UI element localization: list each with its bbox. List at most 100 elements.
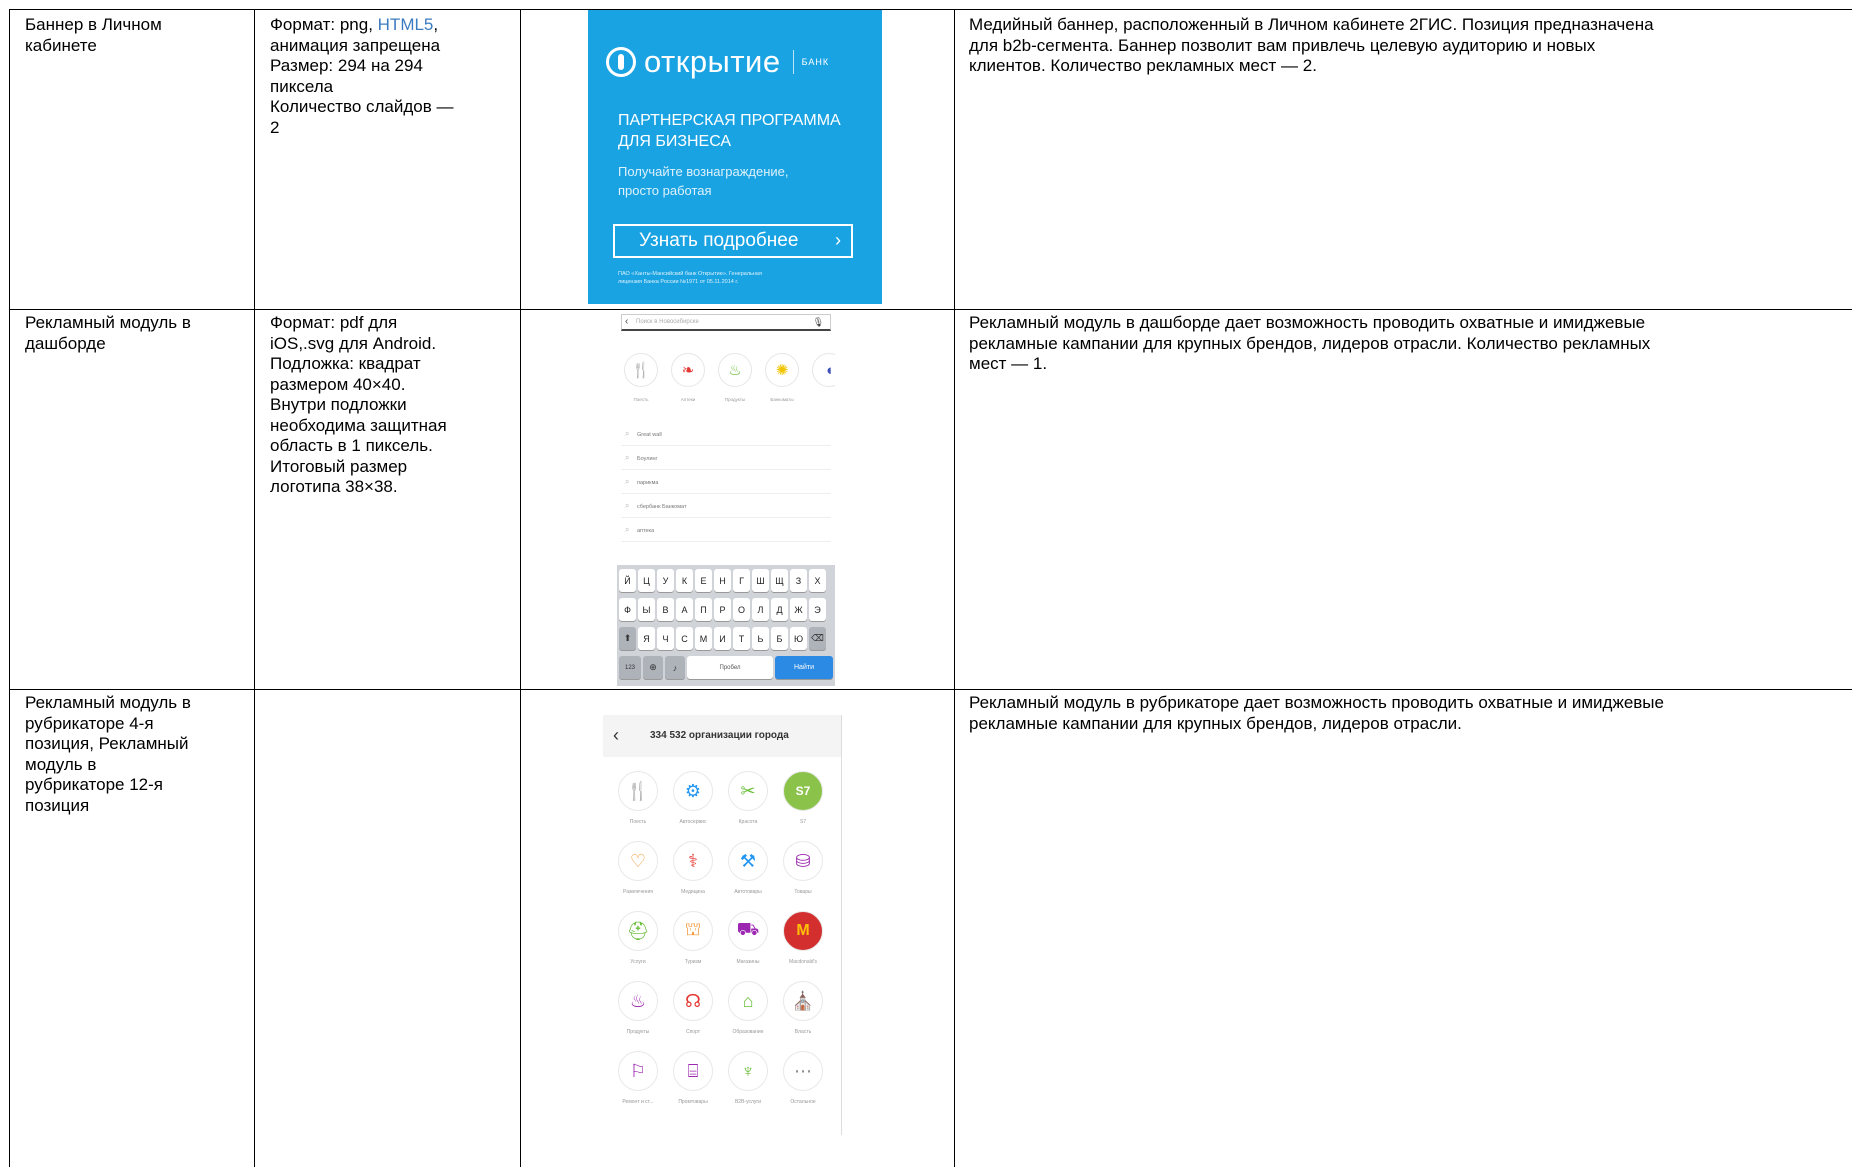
rubric-category: ⌂ Образование [721, 981, 775, 1035]
rubric-category: 🍴 Поесть [611, 771, 665, 825]
mic-key-icon: ♪ [665, 656, 685, 679]
rubric-category: ⚙ Автосервис [666, 771, 720, 825]
key: Т [733, 627, 750, 650]
otkritie-banner: открытие БАНК ПАРТНЕРСКАЯ ПРОГРАММА ДЛЯ … [588, 10, 882, 304]
key: Ц [638, 569, 655, 592]
row-1-spec: Формат: png, HTML5, анимация запрещена Р… [270, 15, 454, 137]
go-key: Найти [775, 656, 833, 679]
sun-icon: ✺ [765, 353, 799, 387]
helmet-icon: ⛑ [618, 911, 658, 951]
banner-legal-text: ПАО «Ханты-Мансийский банк Открытие». Ге… [618, 271, 762, 285]
rubric-category: ☊ Спорт [666, 981, 720, 1035]
whistle-icon: ☊ [673, 981, 713, 1021]
key: К [676, 569, 693, 592]
banner-brand: открытие [644, 44, 781, 79]
rubricator-screenshot: ‹ 334 532 организации города 🍴 Поесть ⚙ Ав… [603, 715, 842, 1135]
banner-headline: ПАРТНЕРСКАЯ ПРОГРАММА ДЛЯ БИЗНЕСА [618, 112, 841, 150]
microphone-icon: 🎙 [812, 317, 824, 327]
stethoscope-icon: ⚕ [673, 841, 713, 881]
search-icon: ⌕ [625, 525, 630, 534]
rubric-category: M Macdonald's [776, 911, 830, 965]
factory-icon: ⌸ [673, 1051, 713, 1091]
space-key: Пробел [687, 656, 773, 679]
rubricator-title: 334 532 организации города [650, 730, 789, 741]
key: Л [752, 598, 769, 621]
key: Щ [771, 569, 788, 592]
rubric-category: ♡ Развлечения [611, 841, 665, 895]
row-2-name: Рекламный модуль в дашборде [25, 313, 191, 353]
dashboard-search-bar: ‹ Поиск в Новосибирске 🎙 [621, 314, 831, 331]
row-1-name: Баннер в Личном кабинете [25, 15, 162, 55]
key: Д [771, 598, 788, 621]
rubric-category: ⌸ Промтовары [666, 1051, 720, 1105]
cup-icon: ♆ [728, 1051, 768, 1091]
row-1-description: Медийный баннер, расположенный в Личном … [969, 15, 1654, 75]
shopping-cart-icon: ⛟ [728, 911, 768, 951]
key: Х [809, 569, 826, 592]
row-3-name: Рекламный модуль в рубрикаторе 4-я позиц… [25, 693, 191, 815]
search-icon: ⌕ [625, 453, 630, 462]
key: Я [638, 627, 655, 650]
key: Ч [657, 627, 674, 650]
rubric-category: S7 S7 [776, 771, 830, 825]
rubricator-header: ‹ 334 532 организации города [603, 715, 841, 757]
car-parts-icon: ⚒ [728, 841, 768, 881]
basket-icon: ♨ [718, 353, 752, 387]
rubric-category: ⛑ Услуги [611, 911, 665, 965]
rubric-category: ⋯ Остальное [776, 1051, 830, 1105]
more-dots-icon: ⋯ [783, 1051, 823, 1091]
key: У [657, 569, 674, 592]
table-border-top [9, 9, 1852, 10]
otkritie-logo-icon [606, 47, 636, 77]
partial-category-icon: ◖ [812, 353, 835, 387]
rubric-category: ⚐ Ремонт и ст... [611, 1051, 665, 1105]
back-chevron-icon: ‹ [625, 316, 629, 327]
dashboard-category: ✺ Банкоматы [762, 353, 802, 402]
dashboard-category-partial: ◖ [809, 353, 835, 387]
key: Й [619, 569, 636, 592]
banner-logo-separator [792, 50, 794, 74]
table-row-divider [9, 309, 1852, 310]
suggestion-row: ⌕ сбербанк Банкомат [621, 497, 831, 518]
shift-key-icon: ⬆ [619, 627, 636, 650]
s7-logo-icon: S7 [783, 771, 823, 811]
keyboard: Й Ц У К Е Н Г Ш Щ З Х Ф Ы В А П Р О Л Д … [617, 565, 835, 686]
key: Б [771, 627, 788, 650]
dashboard-category: ❧ Аптеки [668, 353, 708, 402]
balloon-icon: ♡ [618, 841, 658, 881]
rubric-category: ⛪ Власть [776, 981, 830, 1035]
search-icon: ⌕ [625, 429, 630, 438]
suggestion-row: ⌕ Great wall [621, 425, 831, 446]
paint-roller-icon: ⚐ [618, 1051, 658, 1091]
banner-learn-more-button: Узнать подробнее › [613, 224, 853, 258]
key: В [657, 598, 674, 621]
key: Э [809, 598, 826, 621]
basket-icon: ♨ [618, 981, 658, 1021]
key: Ш [752, 569, 769, 592]
pills-icon: ❧ [671, 353, 705, 387]
suggestion-row: ⌕ Боулинг [621, 449, 831, 470]
banner-logo: открытие БАНК [606, 44, 829, 80]
rubric-category: ⛁ Товары [776, 841, 830, 895]
row-2-description: Рекламный модуль в дашборде дает возможн… [969, 313, 1651, 373]
key: М [695, 627, 712, 650]
key: О [733, 598, 750, 621]
graduation-cap-icon: ⌂ [728, 981, 768, 1021]
table-col-divider [254, 9, 255, 1167]
key: Ф [619, 598, 636, 621]
suggestion-row: ⌕ аптека [621, 521, 831, 542]
html5-link[interactable]: HTML5 [378, 15, 434, 34]
rubric-category: ⚒ Автотовары [721, 841, 775, 895]
search-icon: ⌕ [625, 477, 630, 486]
rubric-category: ♆ B2B-услуги [721, 1051, 775, 1105]
key: А [676, 598, 693, 621]
key: Ю [790, 627, 807, 650]
key: Ь [752, 627, 769, 650]
suggestion-row: ⌕ парикма [621, 473, 831, 494]
fork-knife-icon: 🍴 [624, 353, 658, 387]
key: Г [733, 569, 750, 592]
key: И [714, 627, 731, 650]
key: Н [714, 569, 731, 592]
row-3-description: Рекламный модуль в рубрикаторе дает возм… [969, 693, 1664, 733]
row-2-spec: Формат: pdf для iOS,.svg для Android. По… [270, 313, 447, 496]
